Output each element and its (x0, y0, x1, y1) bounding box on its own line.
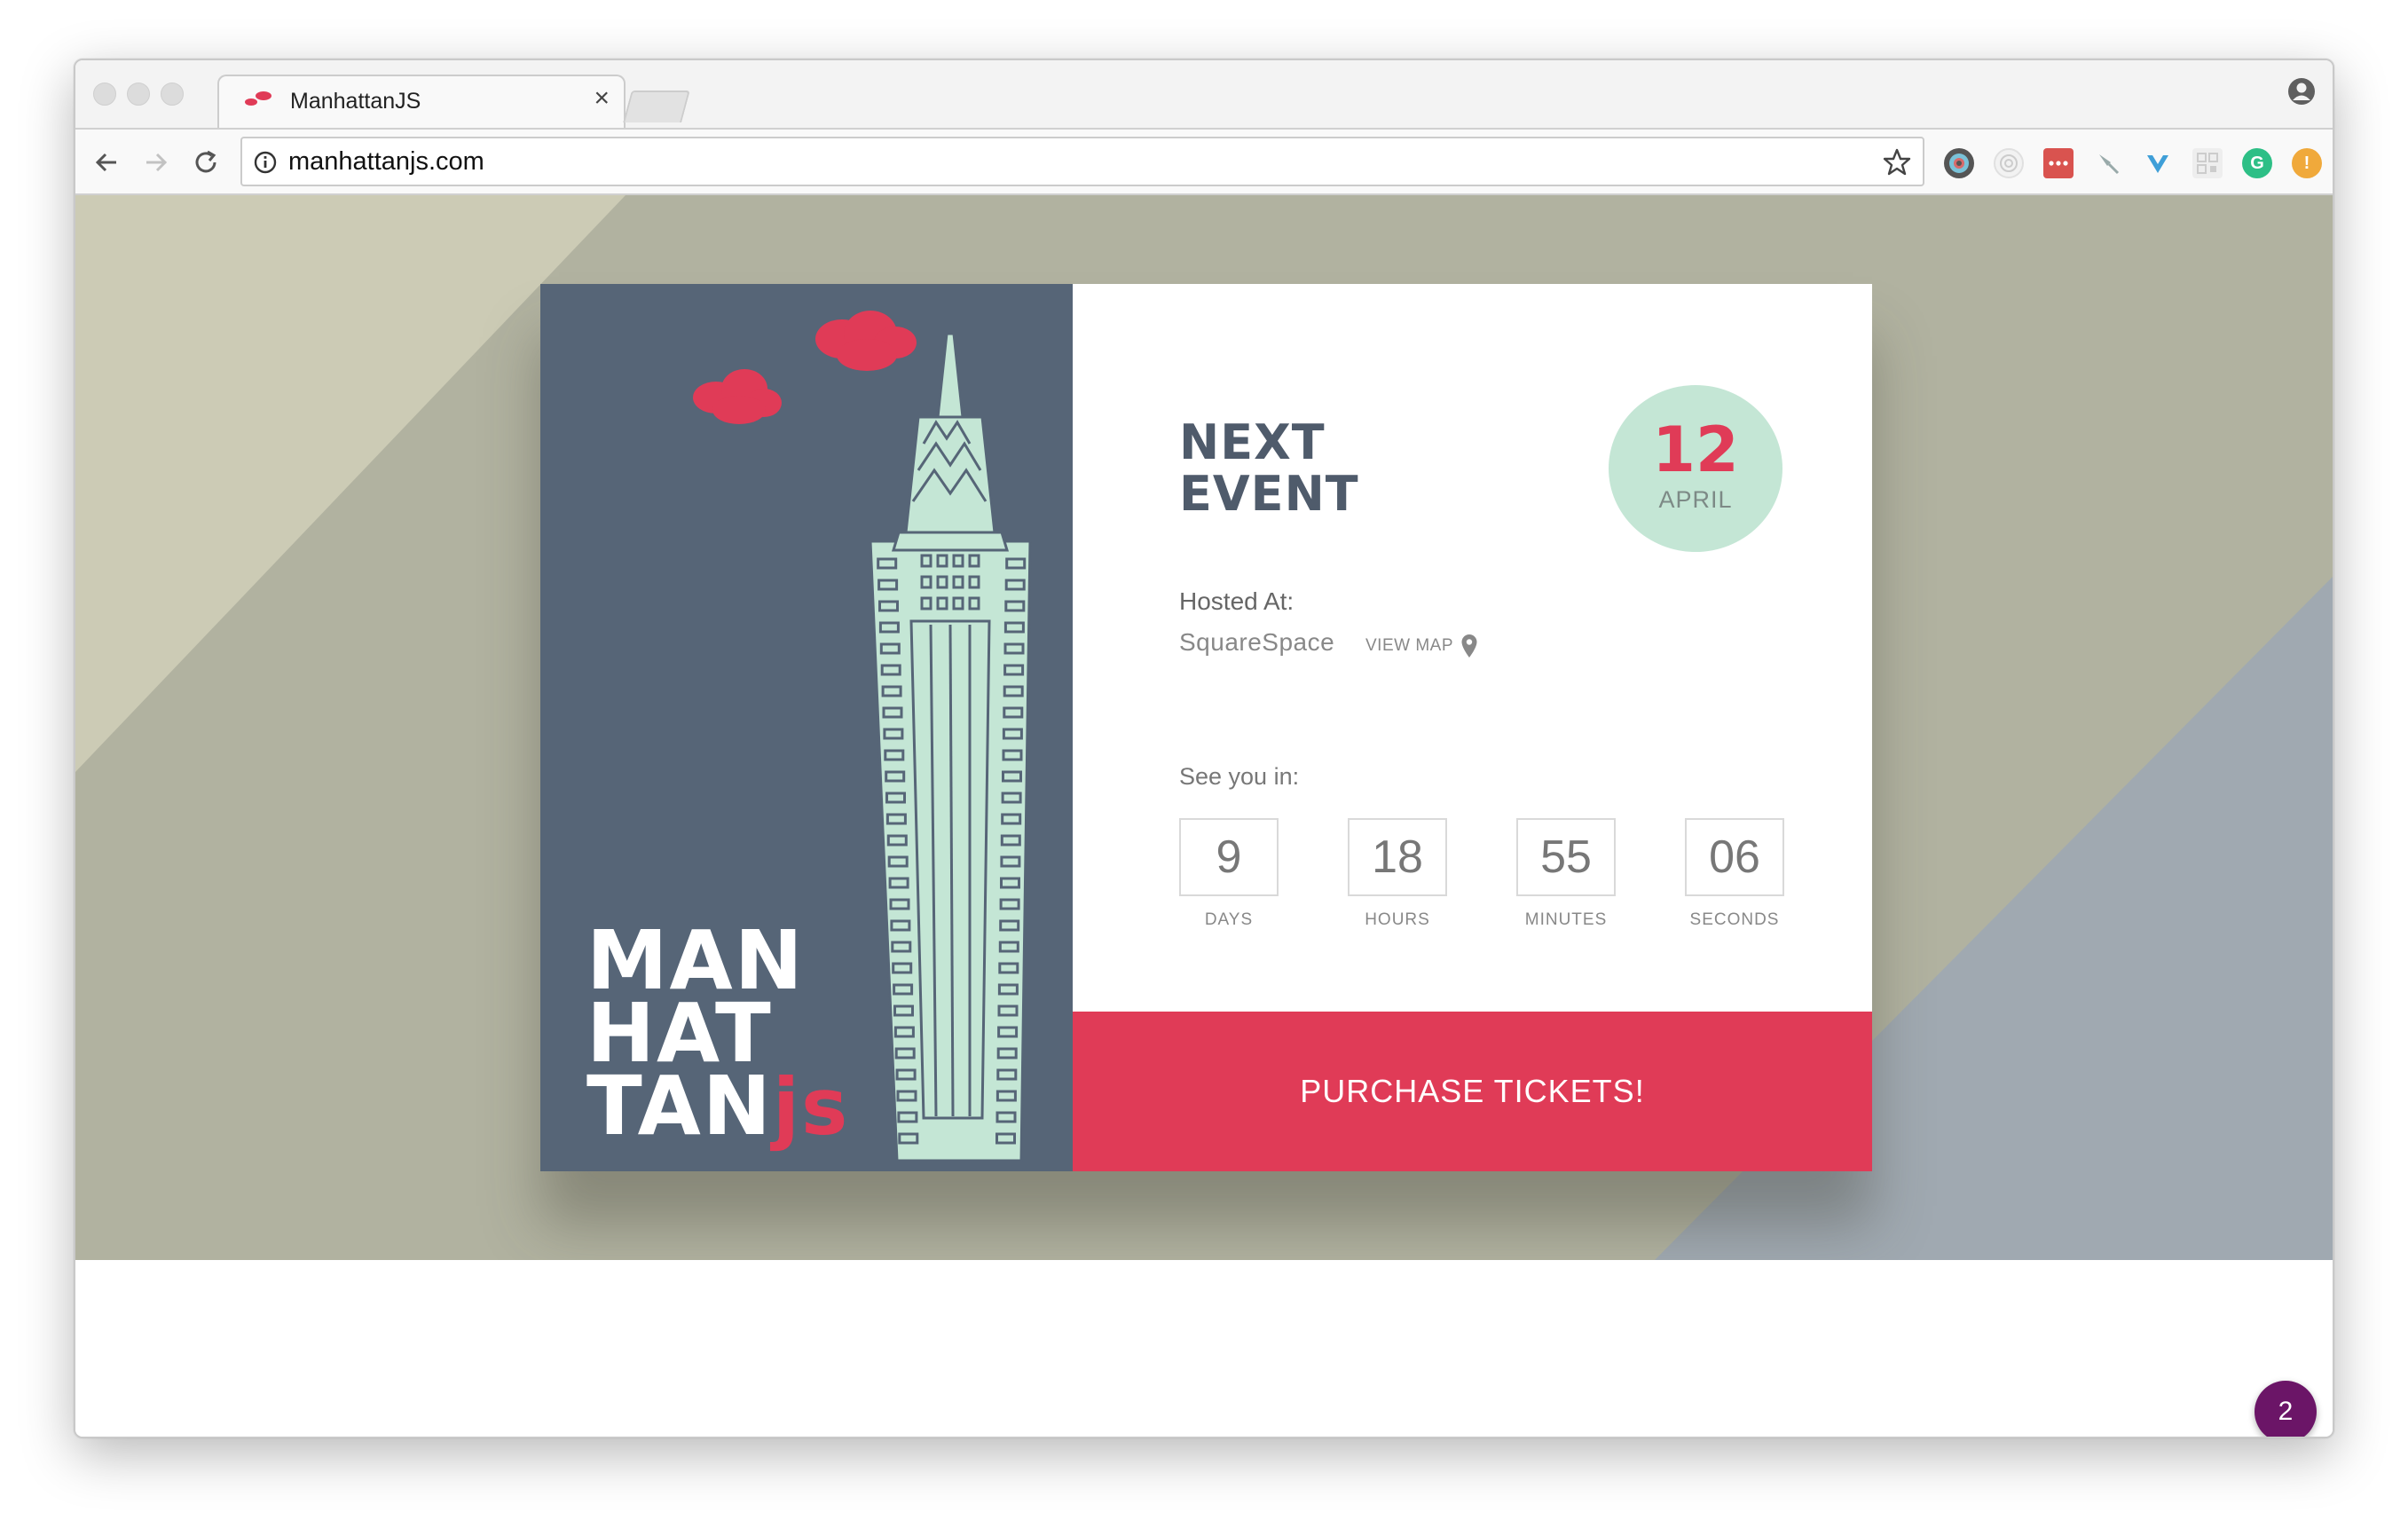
heading-line: NEXT (1179, 414, 1326, 470)
countdown-hours-label: HOURS (1365, 910, 1430, 929)
tab-close-icon[interactable]: × (594, 85, 610, 112)
reload-button[interactable] (185, 142, 226, 183)
illustration-panel: MAN HAT TANjs (540, 284, 1073, 1171)
warning-extension-icon[interactable]: ! (2292, 148, 2322, 178)
bookmark-star-icon[interactable] (1882, 147, 1912, 177)
countdown-minutes: 55 (1516, 818, 1616, 896)
heading-line: EVENT (1179, 466, 1359, 522)
close-window-button[interactable] (93, 83, 116, 106)
view-map-label[interactable]: VIEW MAP (1365, 636, 1453, 656)
lastpass-icon[interactable] (2043, 148, 2074, 178)
browser-toolbar: manhattanjs.com G ! (75, 128, 2333, 195)
wordmark-js: js (772, 1061, 850, 1153)
event-card: MAN HAT TANjs NEXT EVENT 12 APRIL Hosted… (540, 284, 1872, 1171)
manhattanjs-wordmark: MAN HAT TANjs (586, 920, 849, 1147)
browser-window: ManhattanJS × manhattanjs.com G ! MAN HA… (74, 59, 2334, 1438)
countdown-seconds-label: SECONDS (1689, 910, 1780, 929)
map-pin-icon[interactable] (1460, 634, 1478, 658)
event-date-badge: 12 APRIL (1609, 385, 1782, 552)
reload-icon (195, 150, 216, 173)
event-month: APRIL (1658, 486, 1733, 513)
back-button[interactable] (86, 142, 127, 183)
vue-devtools-icon[interactable] (2143, 148, 2173, 178)
countdown-days-label: DAYS (1204, 910, 1254, 929)
new-tab-button[interactable] (623, 91, 690, 122)
hero-section: MAN HAT TANjs NEXT EVENT 12 APRIL Hosted… (75, 195, 2333, 1260)
hosted-at-label: Hosted At: (1179, 587, 1294, 615)
notification-badge[interactable]: 2 (2255, 1381, 2317, 1437)
see-you-label: See you in: (1179, 763, 1300, 790)
countdown-hours: 18 (1348, 818, 1447, 896)
event-info-panel: NEXT EVENT 12 APRIL Hosted At: SquareSpa… (1073, 284, 1872, 1012)
forward-arrow-icon (146, 153, 168, 172)
address-bar[interactable]: manhattanjs.com (240, 137, 1924, 186)
back-arrow-icon (95, 153, 116, 172)
url-text[interactable]: manhattanjs.com (288, 147, 484, 177)
maximize-window-button[interactable] (161, 83, 184, 106)
page-viewport: MAN HAT TANjs NEXT EVENT 12 APRIL Hosted… (75, 195, 2333, 1437)
grammarly-icon[interactable]: G (2242, 148, 2272, 178)
wordmark-line: TANjs (586, 1066, 849, 1147)
countdown-seconds: 06 (1685, 818, 1784, 896)
tab-bar: ManhattanJS × (75, 60, 2333, 130)
purchase-tickets-button[interactable]: PURCHASE TICKETS! (1073, 1012, 1872, 1171)
color-wheel-extension-icon[interactable] (1944, 148, 1974, 178)
countdown-days: 9 (1179, 818, 1279, 896)
info-icon[interactable] (253, 150, 278, 175)
target-extension-icon[interactable] (1994, 148, 2024, 178)
countdown-minutes-label: MINUTES (1524, 910, 1608, 929)
view-map-link[interactable]: VIEW MAP (1365, 634, 1478, 658)
minimize-window-button[interactable] (127, 83, 150, 106)
pin-extension-icon[interactable] (2093, 148, 2123, 178)
profile-icon[interactable] (2286, 76, 2317, 106)
cloud-favicon-icon (245, 91, 271, 106)
event-day: 12 (1652, 414, 1739, 486)
cloud-icon (693, 311, 917, 424)
wordmark-tan: TAN (586, 1059, 773, 1154)
qr-extension-icon[interactable] (2192, 148, 2223, 178)
next-event-heading: NEXT EVENT (1179, 417, 1359, 520)
tab-title: ManhattanJS (290, 89, 421, 114)
venue-name: SquareSpace (1179, 628, 1335, 656)
forward-button[interactable] (136, 142, 177, 183)
tab-manhattanjs[interactable]: ManhattanJS × (217, 75, 626, 130)
